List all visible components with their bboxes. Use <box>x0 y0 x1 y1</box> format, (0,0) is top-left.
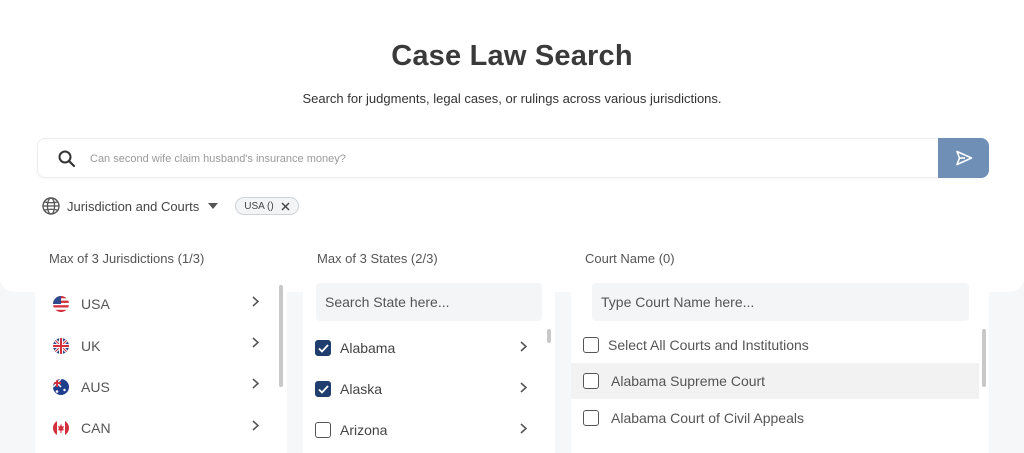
search-icon <box>58 150 76 168</box>
state-checkbox[interactable] <box>315 340 331 356</box>
jurisdiction-item-can[interactable]: CAN <box>53 413 111 443</box>
jurisdiction-label: CAN <box>81 420 111 436</box>
state-label: Arizona <box>340 422 388 438</box>
select-all-checkbox[interactable] <box>583 337 599 353</box>
chip-label: USA () <box>244 200 274 212</box>
send-icon <box>955 150 972 166</box>
states-heading: Max of 3 States (2/3) <box>317 251 438 266</box>
jurisdictions-scrollbar[interactable] <box>279 285 283 387</box>
select-all-label: Select All Courts and Institutions <box>608 337 809 353</box>
jurisdiction-label: UK <box>81 338 101 354</box>
court-item[interactable]: Alabama Supreme Court <box>583 366 765 396</box>
aus-flag-icon <box>53 379 69 395</box>
uk-flag-icon <box>53 338 69 354</box>
state-checkbox[interactable] <box>315 381 331 397</box>
chevron-right-icon[interactable] <box>520 341 527 352</box>
chevron-right-icon[interactable] <box>252 296 259 307</box>
jurisdictions-heading: Max of 3 Jurisdictions (1/3) <box>49 251 205 266</box>
state-search-input[interactable] <box>316 283 542 321</box>
jurisdiction-item-uk[interactable]: UK <box>53 331 100 361</box>
can-flag-icon <box>53 420 69 436</box>
close-icon[interactable] <box>281 202 290 211</box>
state-item-arizona[interactable]: Arizona <box>315 415 387 445</box>
court-item[interactable]: Alabama Court of Civil Appeals <box>583 403 804 433</box>
selected-jurisdiction-chip: USA () <box>235 197 299 215</box>
caret-down-icon[interactable] <box>208 203 219 209</box>
state-label: Alabama <box>340 340 396 356</box>
chevron-right-icon[interactable] <box>252 420 259 431</box>
court-search-input[interactable] <box>592 283 969 321</box>
court-label: Alabama Court of Civil Appeals <box>611 410 804 426</box>
courts-scrollbar[interactable] <box>982 329 986 387</box>
state-item-alabama[interactable]: Alabama <box>315 333 395 363</box>
chevron-right-icon[interactable] <box>520 382 527 393</box>
chevron-right-icon[interactable] <box>252 337 259 348</box>
check-icon <box>317 343 329 353</box>
court-checkbox[interactable] <box>583 410 599 426</box>
state-label: Alaska <box>340 381 383 397</box>
search-bar <box>37 138 989 178</box>
states-panel: Max of 3 States (2/3) Alabama Alaska Ari… <box>303 237 555 453</box>
select-all-courts[interactable]: Select All Courts and Institutions <box>583 330 809 360</box>
jurisdiction-item-usa[interactable]: USA <box>53 289 110 319</box>
courts-heading: Court Name (0) <box>585 251 675 266</box>
court-checkbox[interactable] <box>583 373 599 389</box>
usa-flag-icon <box>53 296 69 312</box>
jurisdiction-filter-row: Jurisdiction and Courts USA () <box>41 196 299 216</box>
jurisdiction-label: AUS <box>81 379 110 395</box>
states-scrollbar[interactable] <box>547 329 551 343</box>
search-input[interactable] <box>90 148 920 170</box>
page-title: Case Law Search <box>391 40 633 72</box>
state-item-alaska[interactable]: Alaska <box>315 374 382 404</box>
check-icon <box>317 384 329 394</box>
courts-panel: Court Name (0) Select All Courts and Ins… <box>571 237 989 453</box>
send-button[interactable] <box>938 138 989 178</box>
jurisdiction-filter-label[interactable]: Jurisdiction and Courts <box>67 199 199 214</box>
jurisdiction-label: USA <box>81 296 110 312</box>
jurisdiction-item-aus[interactable]: AUS <box>53 372 110 402</box>
jurisdictions-panel: Max of 3 Jurisdictions (1/3) USA UK AUS … <box>35 237 287 453</box>
court-label: Alabama Supreme Court <box>611 373 766 389</box>
globe-icon <box>42 197 60 215</box>
state-checkbox[interactable] <box>315 422 331 438</box>
chevron-right-icon[interactable] <box>520 423 527 434</box>
chevron-right-icon[interactable] <box>252 378 259 389</box>
page-subtitle: Search for judgments, legal cases, or ru… <box>302 91 722 106</box>
